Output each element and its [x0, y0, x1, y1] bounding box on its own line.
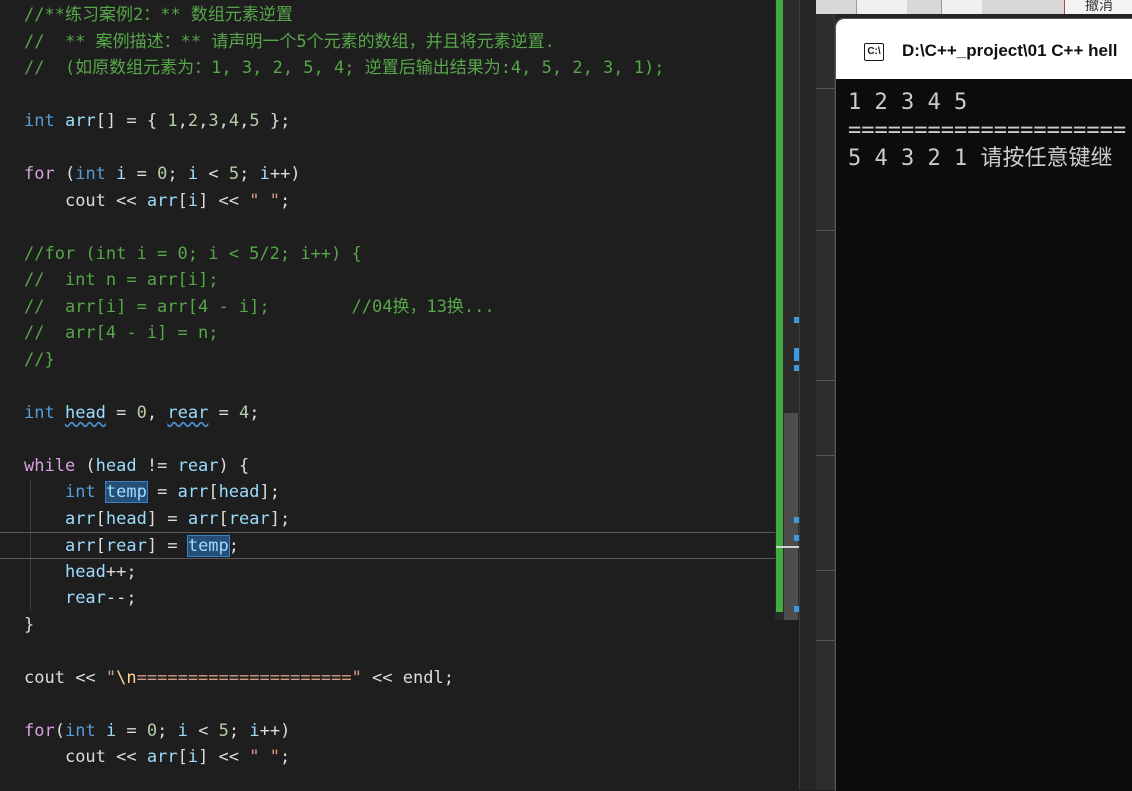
code-line-text: int head = 0, rear = 4;: [24, 402, 260, 423]
code-line[interactable]: //**练习案例2：** 数组元素逆置: [0, 2, 775, 29]
console-window[interactable]: C:\ D:\C++_project\01 C++ hell 1 2 3 4 5…: [835, 18, 1132, 791]
code-line[interactable]: // ** 案例描述：** 请声明一个5个元素的数组，并且将元素逆置.: [0, 29, 775, 56]
code-line[interactable]: rear--;: [0, 585, 775, 612]
code-line[interactable]: // int n = arr[i];: [0, 267, 775, 294]
code-line[interactable]: arr[rear] = temp;: [0, 532, 775, 559]
undo-button[interactable]: 撤消: [1064, 0, 1132, 14]
code-line[interactable]: //for (int i = 0; i < 5/2; i++) {: [0, 241, 775, 268]
code-line[interactable]: }: [0, 612, 775, 639]
code-line-text: // int n = arr[i];: [24, 270, 219, 290]
code-line[interactable]: // arr[i] = arr[4 - i]; //04换，13换...: [0, 294, 775, 321]
caret-position-marker: [776, 546, 800, 548]
code-line-text: arr[rear] = temp;: [64, 535, 240, 557]
code-line[interactable]: while (head != rear) {: [0, 453, 775, 480]
code-line-text: // (如原数组元素为：1, 3, 2, 5, 4; 逆置后输出结果为:4, 5…: [24, 58, 665, 78]
code-line[interactable]: arr[head] = arr[rear];: [0, 506, 775, 533]
code-line-text: int temp = arr[head];: [64, 481, 280, 503]
code-line[interactable]: // (如原数组元素为：1, 3, 2, 5, 4; 逆置后输出结果为:4, 5…: [0, 55, 775, 82]
code-line[interactable]: [0, 135, 775, 162]
code-line-text: // arr[i] = arr[4 - i]; //04换，13换...: [24, 296, 495, 317]
code-line-text: int arr[] = { 1,2,3,4,5 };: [24, 111, 291, 131]
code-line-text: // ** 案例描述：** 请声明一个5个元素的数组，并且将元素逆置.: [24, 31, 555, 52]
code-line-text: //for (int i = 0; i < 5/2; i++) {: [24, 243, 362, 264]
code-line[interactable]: for(int i = 0; i < 5; i++): [0, 718, 775, 745]
console-title: D:\C++_project\01 C++ hell: [902, 41, 1118, 60]
code-line[interactable]: cout << arr[i] << " ";: [0, 744, 775, 771]
panel-strip: [816, 0, 835, 790]
code-line-text: }: [24, 614, 35, 635]
change-tracking-bar: [776, 0, 783, 612]
code-line[interactable]: [0, 82, 775, 109]
console-output-line: 1 2 3 4 5: [848, 90, 968, 115]
code-line[interactable]: [0, 426, 775, 453]
code-line-text: rear--;: [64, 588, 137, 608]
code-line-text: head++;: [64, 561, 137, 582]
code-line[interactable]: [0, 638, 775, 665]
code-editor[interactable]: //**练习案例2：** 数组元素逆置 // ** 案例描述：** 请声明一个5个…: [0, 0, 775, 790]
code-line-text: for (int i = 0; i < 5; i++): [24, 164, 301, 184]
code-line[interactable]: [0, 691, 775, 718]
code-line[interactable]: [0, 373, 775, 400]
code-line-text: for(int i = 0; i < 5; i++): [24, 720, 291, 741]
code-line-text: // arr[4 - i] = n;: [24, 323, 219, 343]
console-output-line: =====================: [848, 118, 1127, 143]
code-line[interactable]: for (int i = 0; i < 5; i++): [0, 161, 775, 188]
code-line-text: //**练习案例2：** 数组元素逆置: [24, 5, 293, 25]
code-line-text: //}: [24, 349, 55, 370]
code-line-text: arr[head] = arr[rear];: [64, 508, 291, 529]
code-line-text: cout << arr[i] << " ";: [64, 747, 291, 767]
code-line-text: cout << "\n=====================" << end…: [24, 667, 454, 688]
code-line-text: while (head != rear) {: [24, 455, 250, 476]
code-line[interactable]: //}: [0, 347, 775, 374]
code-line[interactable]: int arr[] = { 1,2,3,4,5 };: [0, 108, 775, 135]
code-line[interactable]: int head = 0, rear = 4;: [0, 400, 775, 427]
vertical-scrollbar[interactable]: [775, 0, 800, 620]
code-line[interactable]: cout << arr[i] << " ";: [0, 188, 775, 215]
terminal-icon: C:\: [864, 43, 884, 61]
code-line[interactable]: cout << "\n=====================" << end…: [0, 665, 775, 692]
console-output-line: 5 4 3 2 1 请按任意键继: [848, 146, 1113, 171]
code-line[interactable]: int temp = arr[head];: [0, 479, 775, 506]
code-line-text: cout << arr[i] << " ";: [64, 190, 291, 211]
code-line[interactable]: head++;: [0, 559, 775, 586]
code-line[interactable]: // arr[4 - i] = n;: [0, 320, 775, 347]
code-line[interactable]: [0, 214, 775, 241]
console-titlebar[interactable]: C:\ D:\C++_project\01 C++ hell: [836, 19, 1132, 79]
